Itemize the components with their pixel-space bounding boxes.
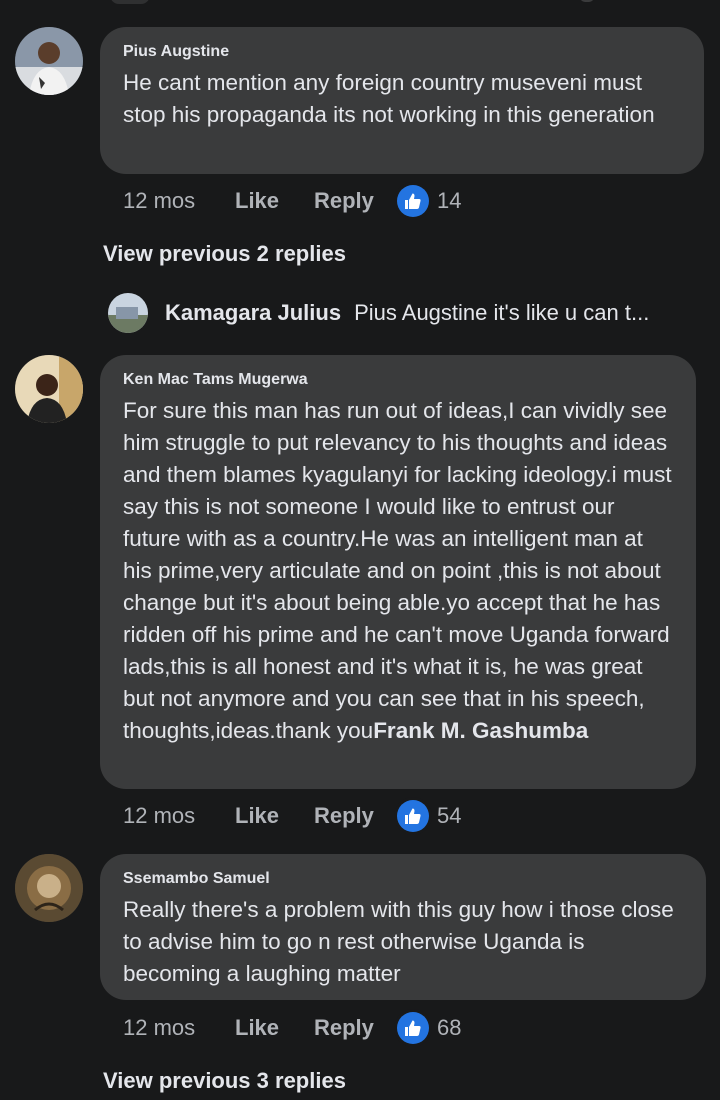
comment-bubble: Ken Mac Tams Mugerwa For sure this man h… [100,355,696,789]
reply-button[interactable]: Reply [314,188,397,214]
comment-author[interactable]: Ssemambo Samuel [123,870,684,888]
reaction-count: 14 [437,188,462,213]
avatar[interactable] [15,27,83,95]
reaction-summary[interactable]: 14 [397,185,461,217]
reply-author: Kamagara Julius [165,300,342,325]
previous-content-remnant [580,0,594,2]
reply-preview[interactable]: Kamagara Julius Pius Augstine it's like … [108,293,649,333]
thumbs-up-icon [397,185,429,217]
comment-bubble: Ssemambo Samuel Really there's a problem… [100,854,706,1000]
like-button[interactable]: Like [235,188,314,214]
comment-actions: 12 mos Like Reply 68 [123,1010,461,1046]
comment-bubble: Pius Augstine He cant mention any foreig… [100,27,704,174]
comment-text: He cant mention any foreign country muse… [123,70,655,127]
reaction-count: 54 [437,803,462,828]
view-previous-replies-link[interactable]: View previous 2 replies [103,241,346,267]
previous-content-remnant [110,0,150,4]
avatar[interactable] [108,293,148,333]
reply-button[interactable]: Reply [314,803,397,829]
view-previous-replies-link[interactable]: View previous 3 replies [103,1068,346,1094]
comment-actions: 12 mos Like Reply 14 [123,183,461,219]
avatar[interactable] [15,355,83,423]
thumbs-up-icon [397,800,429,832]
comment-timestamp[interactable]: 12 mos [123,803,235,829]
reply-snippet: Pius Augstine it's like u can t... [354,300,650,325]
comment-actions: 12 mos Like Reply 54 [123,798,461,834]
comment-text-wrapper: For sure this man has run out of ideas,I… [123,395,674,747]
comment-text: Really there's a problem with this guy h… [123,897,674,986]
reaction-summary[interactable]: 68 [397,1012,461,1044]
comment-author[interactable]: Ken Mac Tams Mugerwa [123,371,674,389]
comment-timestamp[interactable]: 12 mos [123,188,235,214]
comment-timestamp[interactable]: 12 mos [123,1015,235,1041]
like-button[interactable]: Like [235,1015,314,1041]
mention-tag[interactable]: Frank M. Gashumba [373,718,588,743]
reply-button[interactable]: Reply [314,1015,397,1041]
like-button[interactable]: Like [235,803,314,829]
reaction-count: 68 [437,1015,462,1040]
thumbs-up-icon [397,1012,429,1044]
comment-author[interactable]: Pius Augstine [123,43,682,61]
reaction-summary[interactable]: 54 [397,800,461,832]
comment-text: For sure this man has run out of ideas,I… [123,398,672,743]
avatar[interactable] [15,854,83,922]
